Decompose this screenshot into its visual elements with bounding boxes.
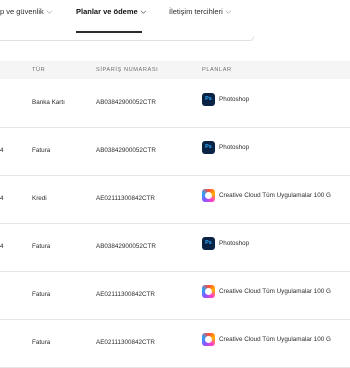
plan-name: Photoshop — [219, 144, 250, 151]
photoshop-icon: Ps — [202, 141, 215, 154]
column-header-type: TÜR — [32, 67, 46, 73]
tab-security-label: p ve güvenlik — [0, 7, 44, 16]
photoshop-icon: Ps — [202, 93, 215, 106]
tab-plans-payment-label: Planlar ve ödeme — [76, 7, 138, 16]
plan-cell: Ps Photoshop — [202, 93, 350, 107]
plan-cell: Ps Photoshop — [202, 141, 350, 155]
table-row: 4 Fatura AB03842900052CTR Ps Photoshop — [0, 127, 350, 176]
order-number-cell: AB03842900052CTR — [96, 147, 156, 154]
plan-name: Creative Cloud Tüm Uygulamalar 100 G — [219, 336, 331, 343]
plan-name: Photoshop — [219, 96, 250, 103]
order-number-cell: AE02111300842CTR — [96, 339, 155, 346]
column-header-order-number: SİPARİŞ NUMARASI — [96, 67, 159, 73]
table-row: 4 Fatura AB03842900052CTR Ps Photoshop — [0, 223, 350, 272]
account-nav: p ve güvenlik ⌵ Planlar ve ödeme ⌵ İletişi… — [0, 0, 350, 36]
column-header-plans: PLANLAR — [202, 67, 232, 73]
order-number-cell: AE02111300842CTR — [96, 291, 155, 298]
table-row: Banka Kartı AB03842900052CTR Ps Photosho… — [0, 79, 350, 128]
type-cell: Fatura — [32, 147, 51, 154]
table-row: Fatura AE02111300842CTR Creative Cloud T… — [0, 319, 350, 368]
plan-name: Creative Cloud Tüm Uygulamalar 100 G — [219, 192, 331, 199]
table-row: Fatura AE02111300842CTR Creative Cloud T… — [0, 271, 350, 320]
creative-cloud-icon — [202, 189, 215, 202]
tab-communication-preferences[interactable]: İletişim tercihleri ⌵ — [169, 7, 231, 17]
order-number-cell: AE02111300842CTR — [96, 195, 155, 202]
date-cell: 4 — [0, 195, 4, 202]
date-cell: 4 — [0, 147, 4, 154]
tab-security[interactable]: p ve güvenlik ⌵ — [0, 7, 52, 17]
type-cell: Kredi — [32, 195, 47, 202]
order-number-cell: AB03842900052CTR — [96, 99, 156, 106]
creative-cloud-icon — [202, 285, 215, 298]
tab-communication-preferences-label: İletişim tercihleri — [169, 7, 223, 16]
creative-cloud-icon — [202, 333, 215, 346]
plan-cell: Ps Photoshop — [202, 237, 350, 251]
type-cell: Fatura — [32, 243, 51, 250]
type-cell: Fatura — [32, 291, 51, 298]
type-cell: Fatura — [32, 339, 51, 346]
chevron-down-icon: ⌵ — [225, 8, 232, 16]
active-tab-indicator — [76, 31, 142, 33]
type-cell: Banka Kartı — [32, 99, 65, 106]
plan-cell: Creative Cloud Tüm Uygulamalar 100 G — [202, 333, 350, 347]
plan-name: Creative Cloud Tüm Uygulamalar 100 G — [219, 288, 331, 295]
tab-plans-payment[interactable]: Planlar ve ödeme ⌵ — [76, 7, 146, 17]
table-row: 4 Kredi AE02111300842CTR Creative Cloud … — [0, 175, 350, 224]
chevron-down-icon: ⌵ — [140, 8, 147, 16]
chevron-down-icon: ⌵ — [46, 8, 53, 16]
photoshop-icon: Ps — [202, 237, 215, 250]
search-card-edge — [0, 36, 254, 41]
table-header: TÜR SİPARİŞ NUMARASI PLANLAR — [0, 61, 350, 79]
plan-cell: Creative Cloud Tüm Uygulamalar 100 G — [202, 285, 350, 299]
date-cell: 4 — [0, 243, 4, 250]
order-number-cell: AB03842900052CTR — [96, 243, 156, 250]
plan-cell: Creative Cloud Tüm Uygulamalar 100 G — [202, 189, 350, 203]
plan-name: Photoshop — [219, 240, 250, 247]
